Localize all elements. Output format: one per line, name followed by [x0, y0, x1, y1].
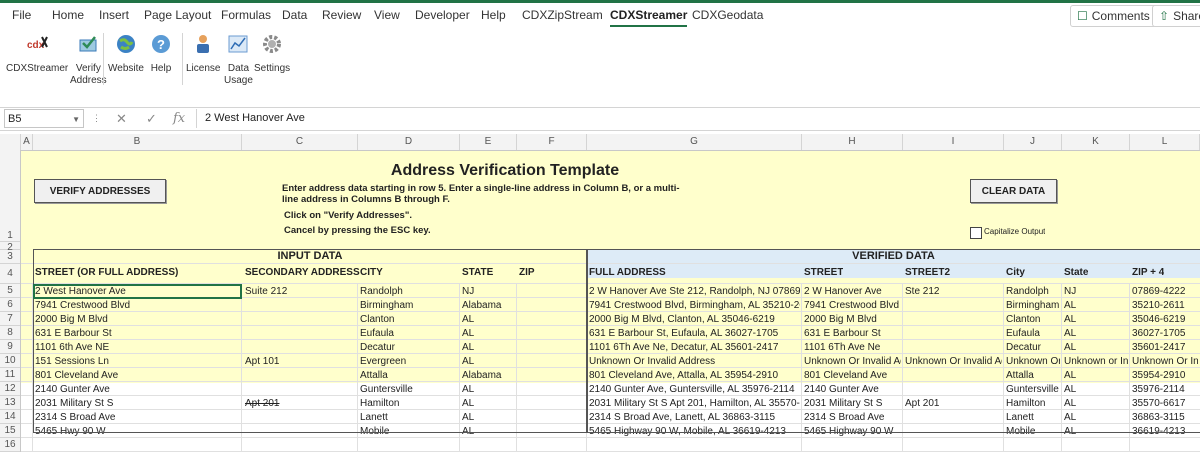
verify-addresses-button[interactable]: VERIFY ADDRESSES [34, 179, 166, 203]
column-header-l[interactable]: L [1130, 134, 1200, 150]
row-header-4[interactable]: 4 [0, 264, 20, 284]
tab-formulas[interactable]: Formulas [221, 8, 271, 22]
row-header-8[interactable]: 8 [0, 326, 20, 340]
ribbon-button-data-usage[interactable]: Data Usage [224, 33, 253, 87]
row-header-10[interactable]: 10 [0, 354, 20, 368]
selected-cell[interactable] [33, 284, 242, 299]
enter-icon[interactable]: ✓ [146, 111, 157, 127]
tab-cdxgeodata[interactable]: CDXGeodata [692, 8, 763, 22]
chart-icon [227, 33, 249, 63]
ribbon-button-help[interactable]: ? Help [150, 33, 172, 75]
row-header-13[interactable]: 13 [0, 396, 20, 410]
column-header-c[interactable]: C [242, 134, 358, 150]
row-header-5[interactable]: 5 [0, 284, 20, 298]
row-header-14[interactable]: 14 [0, 410, 20, 424]
tab-insert[interactable]: Insert [99, 8, 129, 22]
ribbon-button-verify-address[interactable]: Verify Address [70, 33, 107, 87]
tab-cdxstreamer[interactable]: CDXStreamer [610, 8, 688, 28]
column-header-g[interactable]: G [587, 134, 802, 150]
tab-home[interactable]: Home [52, 8, 84, 22]
cdx-logo-icon: cdx [26, 33, 49, 63]
formula-bar: B5 ▼ ⋮ ✕ ✓ fx 2 West Hanover Ave [0, 108, 1200, 131]
comments-button[interactable]: ☐ Comments [1070, 5, 1157, 27]
ribbon-separator [182, 33, 183, 85]
more-options-icon: ⋮ [92, 113, 101, 123]
comment-icon: ☐ [1077, 9, 1088, 23]
worksheet: ABCDEFGHIJKL 1 2 3 4 5 6 7 8 9 10 11 12 13 14 15 16 Add… [0, 134, 1200, 452]
ribbon-button-settings[interactable]: Settings [254, 33, 290, 75]
row-header-12[interactable]: 12 [0, 382, 20, 396]
instruction-line-1: Enter address data starting in row 5. En… [282, 183, 680, 194]
row-header-7[interactable]: 7 [0, 312, 20, 326]
ribbon-separator [103, 33, 104, 85]
function-icon[interactable]: fx [173, 111, 185, 126]
input-data-border [33, 249, 587, 433]
instruction-line-3: Click on "Verify Addresses". [284, 210, 412, 221]
tab-help[interactable]: Help [481, 8, 506, 22]
share-button[interactable]: ⇧Share [1152, 5, 1200, 27]
column-header-h[interactable]: H [802, 134, 903, 150]
column-header-e[interactable]: E [460, 134, 517, 150]
column-header-b[interactable]: B [33, 134, 242, 150]
formula-input[interactable]: 2 West Hanover Ave [196, 109, 1196, 128]
tab-view[interactable]: View [374, 8, 400, 22]
svg-text:?: ? [157, 37, 165, 52]
row-header-11[interactable]: 11 [0, 368, 20, 382]
row-header-15[interactable]: 15 [0, 424, 20, 438]
row-header-9[interactable]: 9 [0, 340, 20, 354]
help-icon: ? [150, 33, 172, 63]
ribbon-button-license[interactable]: License [186, 33, 220, 75]
tab-cdxzipstream[interactable]: CDXZipStream [522, 8, 603, 22]
verified-data-border [587, 249, 1200, 433]
tab-page-layout[interactable]: Page Layout [144, 8, 211, 22]
chevron-down-icon: ▼ [72, 115, 80, 124]
row-header-6[interactable]: 6 [0, 298, 20, 312]
capitalize-output-label: Capitalize Output [984, 227, 1046, 236]
tab-file[interactable]: File [12, 8, 31, 22]
globe-icon [115, 33, 137, 63]
row-header-2[interactable]: 2 [0, 242, 20, 253]
column-header-j[interactable]: J [1004, 134, 1062, 150]
row-header-16[interactable]: 16 [0, 438, 20, 452]
ribbon-button-cdxstreamer[interactable]: cdx CDXStreamer [6, 33, 68, 75]
column-header-a[interactable]: A [21, 134, 33, 150]
instruction-line-4: Cancel by pressing the ESC key. [284, 225, 431, 236]
row-header-1[interactable]: 1 [0, 150, 20, 242]
ribbon: cdx CDXStreamer Verify Address Website ? Help L… [0, 27, 1200, 108]
column-header-k[interactable]: K [1062, 134, 1130, 150]
ribbon-button-website[interactable]: Website [108, 33, 144, 75]
instruction-line-2: line address in Columns B through F. [282, 194, 450, 205]
select-all-corner[interactable] [0, 134, 21, 150]
app-accent-bar [0, 0, 1200, 3]
column-header-i[interactable]: I [903, 134, 1004, 150]
share-icon: ⇧ [1159, 9, 1170, 23]
capitalize-output-checkbox[interactable] [970, 227, 982, 239]
verify-address-icon [77, 33, 99, 63]
tab-data[interactable]: Data [282, 8, 307, 22]
license-icon [192, 33, 214, 63]
sheet-title: Address Verification Template [390, 162, 620, 179]
column-headers: ABCDEFGHIJKL [0, 134, 1200, 151]
row-header-3[interactable]: 3 [0, 250, 20, 264]
row-headers: 1 2 3 4 5 6 7 8 9 10 11 12 13 14 15 16 [0, 150, 21, 452]
column-header-d[interactable]: D [358, 134, 460, 150]
name-box[interactable]: B5 ▼ [4, 109, 84, 128]
cancel-icon[interactable]: ✕ [116, 111, 127, 127]
tab-developer[interactable]: Developer [415, 8, 470, 22]
tab-review[interactable]: Review [322, 8, 361, 22]
gear-icon [261, 33, 283, 63]
clear-data-button[interactable]: CLEAR DATA [970, 179, 1057, 203]
column-header-f[interactable]: F [517, 134, 587, 150]
